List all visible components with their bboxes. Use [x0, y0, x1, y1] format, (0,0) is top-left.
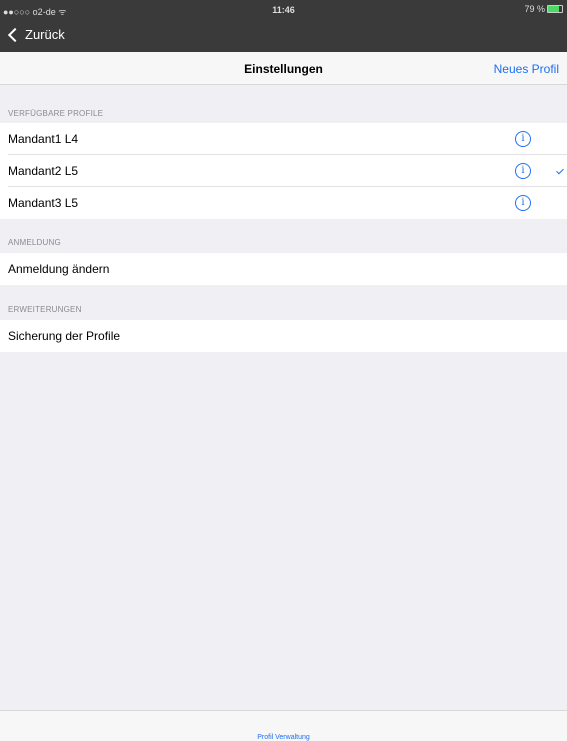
profile-backup-row[interactable]: Sicherung der Profile — [0, 320, 567, 352]
checkmark-icon — [556, 166, 564, 175]
profile-row[interactable]: Mandant2 L5 i — [0, 155, 567, 187]
section-header-extensions: ERWEITERUNGEN — [8, 305, 82, 314]
navigation-bar: Einstellungen Neues Profil — [0, 52, 567, 85]
battery-percent: 79 % — [524, 4, 545, 14]
back-button[interactable]: Zurück — [6, 27, 65, 42]
chevron-left-icon — [7, 27, 23, 42]
change-login-row[interactable]: Anmeldung ändern — [0, 253, 567, 285]
profile-row[interactable]: Mandant1 L4 i — [0, 123, 567, 155]
profile-row[interactable]: Mandant3 L5 i — [0, 187, 567, 219]
back-label: Zurück — [25, 27, 65, 42]
profile-label: Mandant1 L4 — [8, 132, 79, 146]
section-header-login: ANMELDUNG — [8, 238, 61, 247]
battery-indicator: 79 % — [524, 4, 563, 14]
info-icon[interactable]: i — [515, 131, 531, 147]
info-icon[interactable]: i — [515, 163, 531, 179]
page-title: Einstellungen — [244, 62, 323, 76]
battery-icon — [547, 5, 563, 13]
profile-label: Mandant3 L5 — [8, 196, 79, 210]
profile-label: Mandant2 L5 — [8, 164, 79, 178]
info-icon[interactable]: i — [515, 195, 531, 211]
top-bar: ●●○○○ o2-de ᯤ 11:46 79 % Zurück — [0, 0, 567, 52]
status-time: 11:46 — [272, 5, 295, 15]
profile-management-button[interactable]: Profil Verwaltung — [0, 734, 567, 741]
new-profile-button[interactable]: Neues Profil — [494, 62, 559, 76]
change-login-label: Anmeldung ändern — [8, 262, 110, 276]
section-header-profiles: VERFÜGBARE PROFILE — [8, 109, 104, 118]
status-bar: ●●○○○ o2-de ᯤ 11:46 79 % — [0, 0, 567, 18]
bottom-toolbar: Profil Verwaltung — [0, 710, 567, 741]
profile-backup-label: Sicherung der Profile — [8, 329, 121, 343]
